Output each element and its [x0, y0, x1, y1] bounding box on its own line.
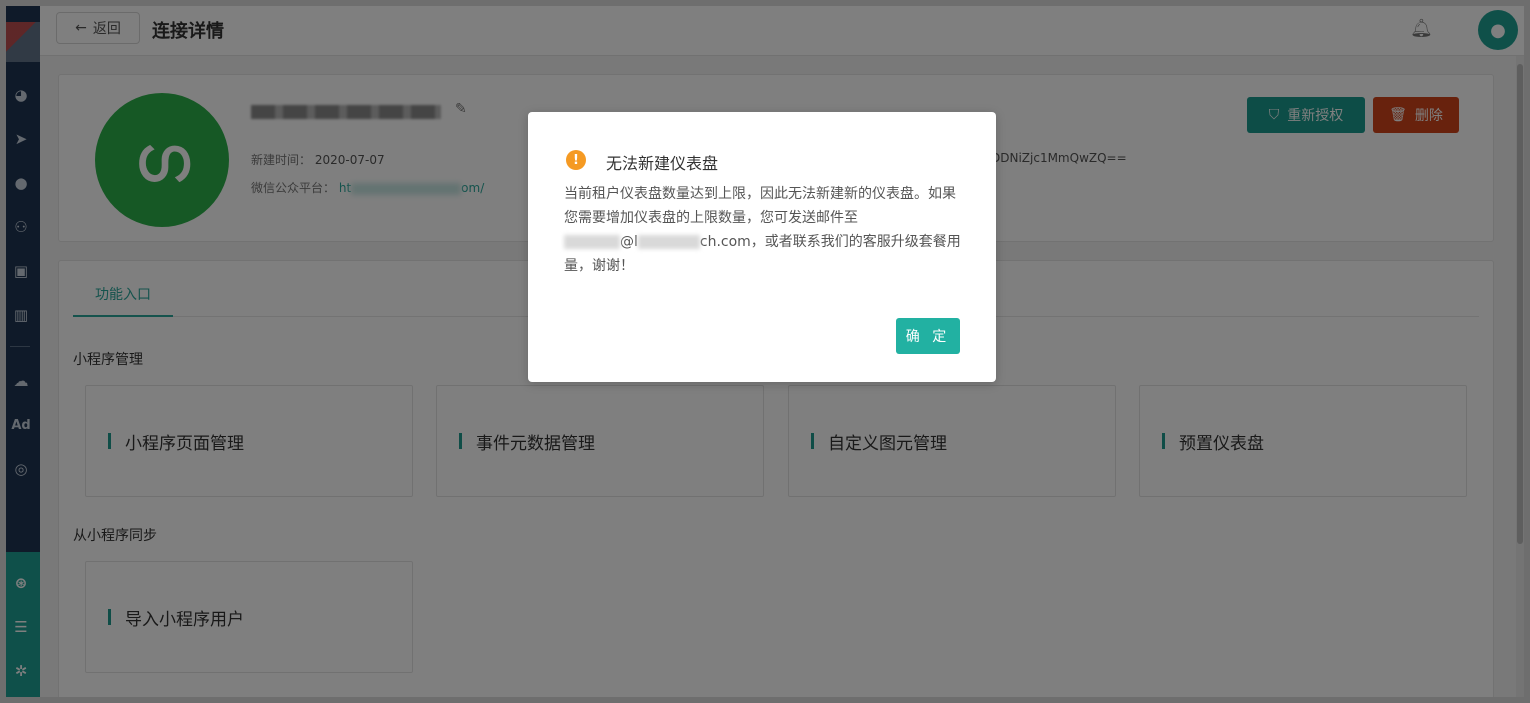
limit-warning-dialog: ! 无法新建仪表盘 当前租户仪表盘数量达到上限，因此无法新建新的仪表盘。如果您需… — [528, 112, 996, 382]
confirm-button[interactable]: 确 定 — [896, 318, 960, 354]
app-window: ◕ ➤ ● ⚇ ▣ ▥ ☁ Ad ◎ ⊛ ☰ ✲ ← 返回 连接详情 🔔︎ ● … — [0, 0, 1530, 703]
warning-icon: ! — [566, 150, 586, 170]
dialog-title: 无法新建仪表盘 — [606, 154, 719, 173]
dialog-message: 当前租户仪表盘数量达到上限，因此无法新建新的仪表盘。如果您需要增加仪表盘的上限数… — [564, 186, 961, 274]
